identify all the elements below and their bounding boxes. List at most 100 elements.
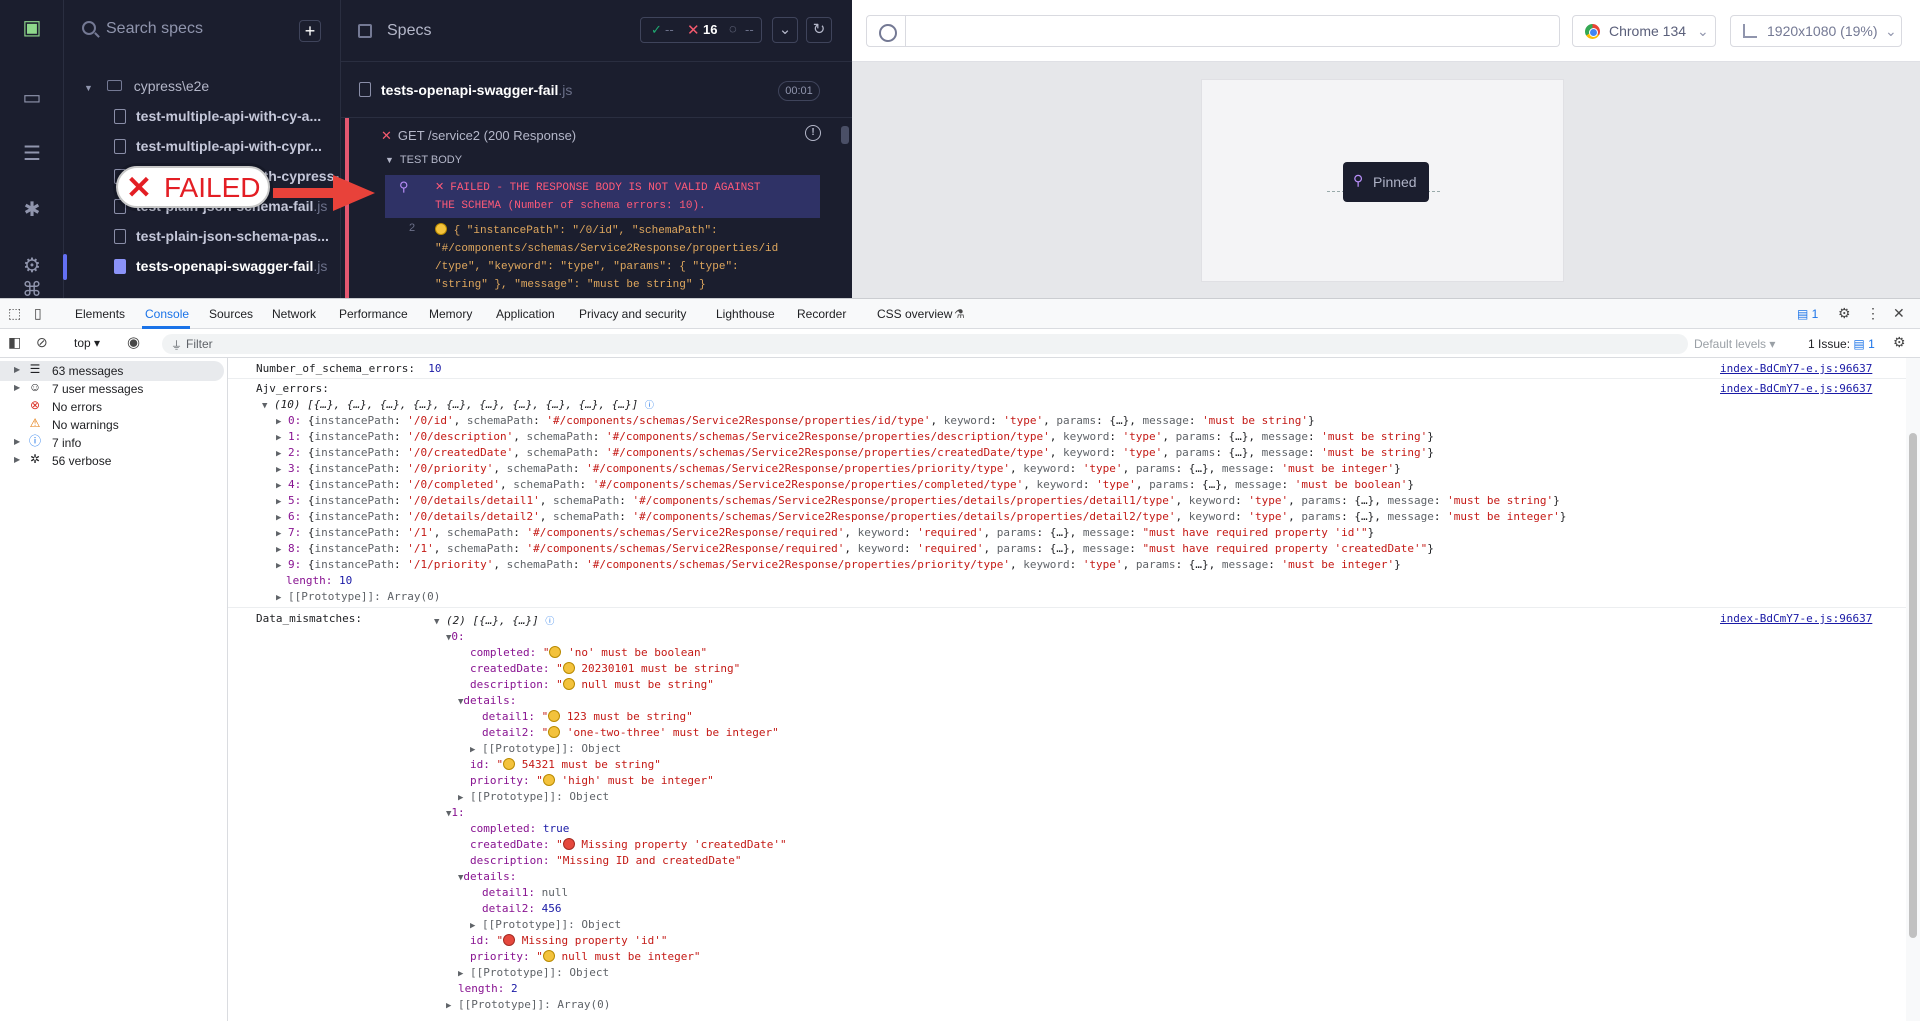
keyboard-shortcuts-icon[interactable]: ⌘	[20, 278, 44, 296]
tab-console[interactable]: Console	[145, 307, 189, 321]
test-title[interactable]: ✕ GET /service2 (200 Response)	[381, 128, 576, 144]
folder-cypress-e2e[interactable]: ▼ cypress\e2e	[84, 78, 209, 94]
reporter-scrollbar[interactable]	[841, 126, 849, 144]
context-select[interactable]: top ▾	[74, 336, 100, 350]
rerun-button[interactable]: ↻	[806, 17, 832, 43]
sidebar-item-warnings[interactable]: ⚠ No warnings	[0, 415, 224, 435]
details-toggle[interactable]: ▼details:	[458, 694, 516, 707]
browser-select[interactable]: Chrome 134 ⌄	[1572, 15, 1716, 47]
inspect-icon[interactable]: ⬚	[8, 305, 21, 322]
ajv-error-row[interactable]: ▶ 4: {instancePath: '/0/completed', sche…	[276, 478, 1414, 491]
log-levels-select[interactable]: Default levels ▾	[1694, 337, 1775, 351]
messages-badge[interactable]: ▤ 1	[1797, 307, 1818, 321]
failed-command-row[interactable]: ⚲ ✕ FAILED - THE RESPONSE BODY IS NOT VAL…	[385, 175, 820, 218]
device-toggle-icon[interactable]: ▯	[34, 305, 42, 322]
spec-item[interactable]: test-multiple-api-with-cypr...	[114, 138, 339, 160]
new-spec-button[interactable]: +	[299, 20, 321, 42]
ajv-error-row[interactable]: ▶ 0: {instancePath: '/0/id', schemaPath:…	[276, 414, 1315, 427]
reporter-title[interactable]: Specs	[387, 22, 431, 40]
cypress-logo-icon[interactable]: ▣	[20, 16, 44, 40]
ajv-error-row[interactable]: ▶ 7: {instancePath: '/1', schemaPath: '#…	[276, 526, 1374, 539]
spec-item-active[interactable]: tests-openapi-swagger-fail.js	[114, 258, 339, 280]
mismatch-item-1[interactable]: ▼1:	[446, 806, 465, 819]
pinned-tooltip: ⚲ Pinned	[1343, 162, 1429, 202]
test-body-toggle[interactable]: ▼ TEST BODY	[385, 154, 462, 166]
prop-value: 'one-two-three' must be integer"	[566, 726, 779, 739]
specs-list-icon[interactable]: ☰	[20, 142, 44, 166]
search-input[interactable]: Search specs	[106, 20, 203, 38]
tab-sources[interactable]: Sources	[209, 307, 253, 321]
runs-icon[interactable]: ▭	[20, 86, 44, 110]
tab-performance[interactable]: Performance	[339, 307, 408, 321]
more-icon[interactable]: ⋮	[1866, 305, 1880, 322]
ajv-error-row[interactable]: ▶ 5: {instancePath: '/0/details/detail1'…	[276, 494, 1560, 507]
ajv-array-toggle[interactable]: ▼ (10) [{…}, {…}, {…}, {…}, {…}, {…}, {……	[262, 398, 654, 411]
tab-css-overview[interactable]: CSS overview	[877, 307, 952, 321]
prototype-row[interactable]: ▶ [[Prototype]]: Object	[458, 966, 609, 979]
passed-icon: ✓	[651, 22, 662, 37]
spec-item[interactable]: test-plain-json-schema-pas...	[114, 228, 339, 250]
prototype-row[interactable]: ▶ [[Prototype]]: Object	[458, 790, 609, 803]
sidebar-item-verbose[interactable]: ▶ ✲ 56 verbose	[0, 451, 224, 471]
viewport-size: 1920x1080 (19%)	[1767, 23, 1878, 39]
tab-memory[interactable]: Memory	[429, 307, 472, 321]
angry-emoji-icon	[503, 934, 516, 946]
message: 'must be string'	[1202, 414, 1309, 427]
source-link[interactable]: index-BdCmY7-e.js:96637	[1720, 382, 1872, 395]
ajv-error-row[interactable]: ▶ 6: {instancePath: '/0/details/detail2'…	[276, 510, 1566, 523]
schema-path: '#/components/schemas/Service2Response/r…	[526, 526, 845, 539]
eye-icon[interactable]: ◉	[127, 333, 140, 351]
filter-input[interactable]: ⏚ Filter	[162, 334, 1688, 354]
prototype-row[interactable]: ▶ [[Prototype]]: Array(0)	[446, 998, 610, 1011]
console-scrollbar[interactable]	[1909, 433, 1917, 938]
ajv-error-row[interactable]: ▶ 1: {instancePath: '/0/description', sc…	[276, 430, 1434, 443]
prop-value: 123 must be string"	[566, 710, 693, 723]
prototype-row[interactable]: ▶ [[Prototype]]: Object	[470, 742, 621, 755]
mismatch-array-toggle[interactable]: ▼ (2) [{…}, {…}] ⓘ	[434, 614, 554, 627]
tab-network[interactable]: Network	[272, 307, 316, 321]
tab-lighthouse[interactable]: Lighthouse	[716, 307, 775, 321]
source-link[interactable]: index-BdCmY7-e.js:96637	[1720, 612, 1872, 625]
sidebar-item-errors[interactable]: ⊗ No errors	[0, 397, 224, 417]
sidebar-item-user-messages[interactable]: ▶ ☺ 7 user messages	[0, 379, 224, 399]
url-bar[interactable]	[906, 15, 1560, 47]
tab-recorder[interactable]: Recorder	[797, 307, 846, 321]
alert-icon[interactable]: !	[805, 125, 821, 141]
user-icon: ☺	[28, 380, 42, 394]
clear-console-icon[interactable]: ⊘	[36, 334, 48, 351]
devtools: ⬚ ▯ Elements Console Sources Network Per…	[0, 298, 1920, 1021]
console-settings-icon[interactable]: ⚙	[1893, 334, 1906, 351]
cmd-line: /type", "keyword": "type", "params": { "…	[435, 261, 739, 273]
prototype-row[interactable]: ▶ [[Prototype]]: Object	[470, 918, 621, 931]
tab-elements[interactable]: Elements	[75, 307, 125, 321]
source-link[interactable]: index-BdCmY7-e.js:96637	[1720, 362, 1872, 375]
selector-playground-icon[interactable]	[866, 15, 906, 47]
ajv-error-row[interactable]: ▶ 9: {instancePath: '/1/priority', schem…	[276, 558, 1401, 571]
debug-icon[interactable]: ✱	[20, 198, 44, 222]
sidebar-item-messages[interactable]: ▶ ☰ 63 messages	[0, 361, 224, 381]
prototype-row[interactable]: ▶ [[Prototype]]: Array(0)	[276, 590, 440, 603]
prop-row: completed: " 'no' must be boolean"	[470, 646, 708, 659]
sidebar-item-info[interactable]: ▶ ⓘ 7 info	[0, 433, 224, 453]
ajv-error-row[interactable]: ▶ 3: {instancePath: '/0/priority', schem…	[276, 462, 1401, 475]
command-row[interactable]: 2 { "instancePath": "/0/id", "schemaPath…	[385, 218, 820, 298]
tab-application[interactable]: Application	[496, 307, 555, 321]
prop-row: createdDate: " 20230101 must be string"	[470, 662, 741, 675]
gear-icon[interactable]: ⚙	[1838, 305, 1851, 322]
settings-icon[interactable]: ⚙	[20, 254, 44, 278]
prop-row: detail1: null	[482, 886, 569, 899]
sidebar-toggle-icon[interactable]: ◧	[8, 334, 21, 351]
tab-privacy[interactable]: Privacy and security	[579, 307, 686, 321]
details-toggle[interactable]: ▼details:	[458, 870, 516, 883]
issues-button[interactable]: 1 Issue: ▤ 1	[1808, 337, 1875, 351]
expand-button[interactable]: ⌄	[772, 17, 798, 43]
filter-placeholder: Filter	[186, 337, 213, 351]
viewport-select[interactable]: 1920x1080 (19%) ⌄	[1730, 15, 1902, 47]
ajv-error-row[interactable]: ▶ 2: {instancePath: '/0/createdDate', sc…	[276, 446, 1434, 459]
spec-title-ext: .js	[558, 82, 573, 98]
spec-item[interactable]: test-multiple-api-with-cy-a...	[114, 108, 339, 130]
search-specs[interactable]: Search specs	[80, 18, 310, 44]
close-icon[interactable]: ✕	[1893, 305, 1905, 322]
ajv-error-row[interactable]: ▶ 8: {instancePath: '/1', schemaPath: '#…	[276, 542, 1434, 555]
mismatch-item-0[interactable]: ▼0:	[446, 630, 465, 643]
